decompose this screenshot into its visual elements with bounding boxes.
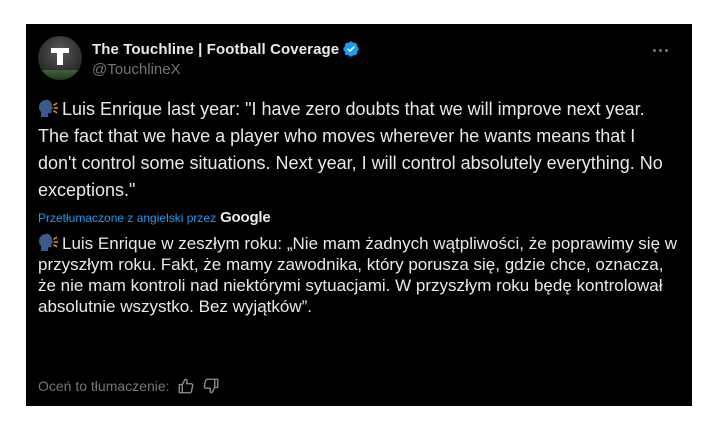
speaking-head-icon [39,99,58,117]
tweet-header: The Touchline | Football Coverage @Touch… [38,36,680,82]
translation-provider: Google [220,209,271,226]
name-row: The Touchline | Football Coverage [92,38,360,60]
speaking-head-icon [39,233,58,251]
tweet-body: Luis Enrique last year: "I have zero dou… [38,99,668,200]
thumbs-up-icon[interactable] [177,377,195,395]
translation-credit: Przetłumaczone z angielski przez Google [38,209,271,226]
author-display-name[interactable]: The Touchline | Football Coverage [92,41,339,58]
more-options-button[interactable] [646,40,674,60]
translated-text: Luis Enrique w zeszłym roku: „Nie mam ża… [38,233,678,317]
verified-badge-icon[interactable] [342,40,360,58]
author-block: The Touchline | Football Coverage @Touch… [92,38,360,78]
translated-body: Luis Enrique w zeszłym roku: „Nie mam ża… [38,234,682,316]
more-icon-dot [664,48,668,52]
translation-credit-label[interactable]: Przetłumaczone z angielski przez [38,211,216,225]
avatar[interactable] [38,36,82,80]
thumbs-down-icon[interactable] [202,377,220,395]
author-handle[interactable]: @TouchlineX [92,61,360,78]
tweet-card: The Touchline | Football Coverage @Touch… [26,24,692,406]
rate-translation: Oceń to tłumaczenie: [38,377,220,395]
tweet-text: Luis Enrique last year: "I have zero dou… [38,96,678,204]
avatar-logo-icon [51,48,69,65]
more-icon-dot [652,48,656,52]
avatar-pitch [42,70,78,80]
rate-translation-label: Oceń to tłumaczenie: [38,378,170,394]
more-icon-dot [658,48,662,52]
